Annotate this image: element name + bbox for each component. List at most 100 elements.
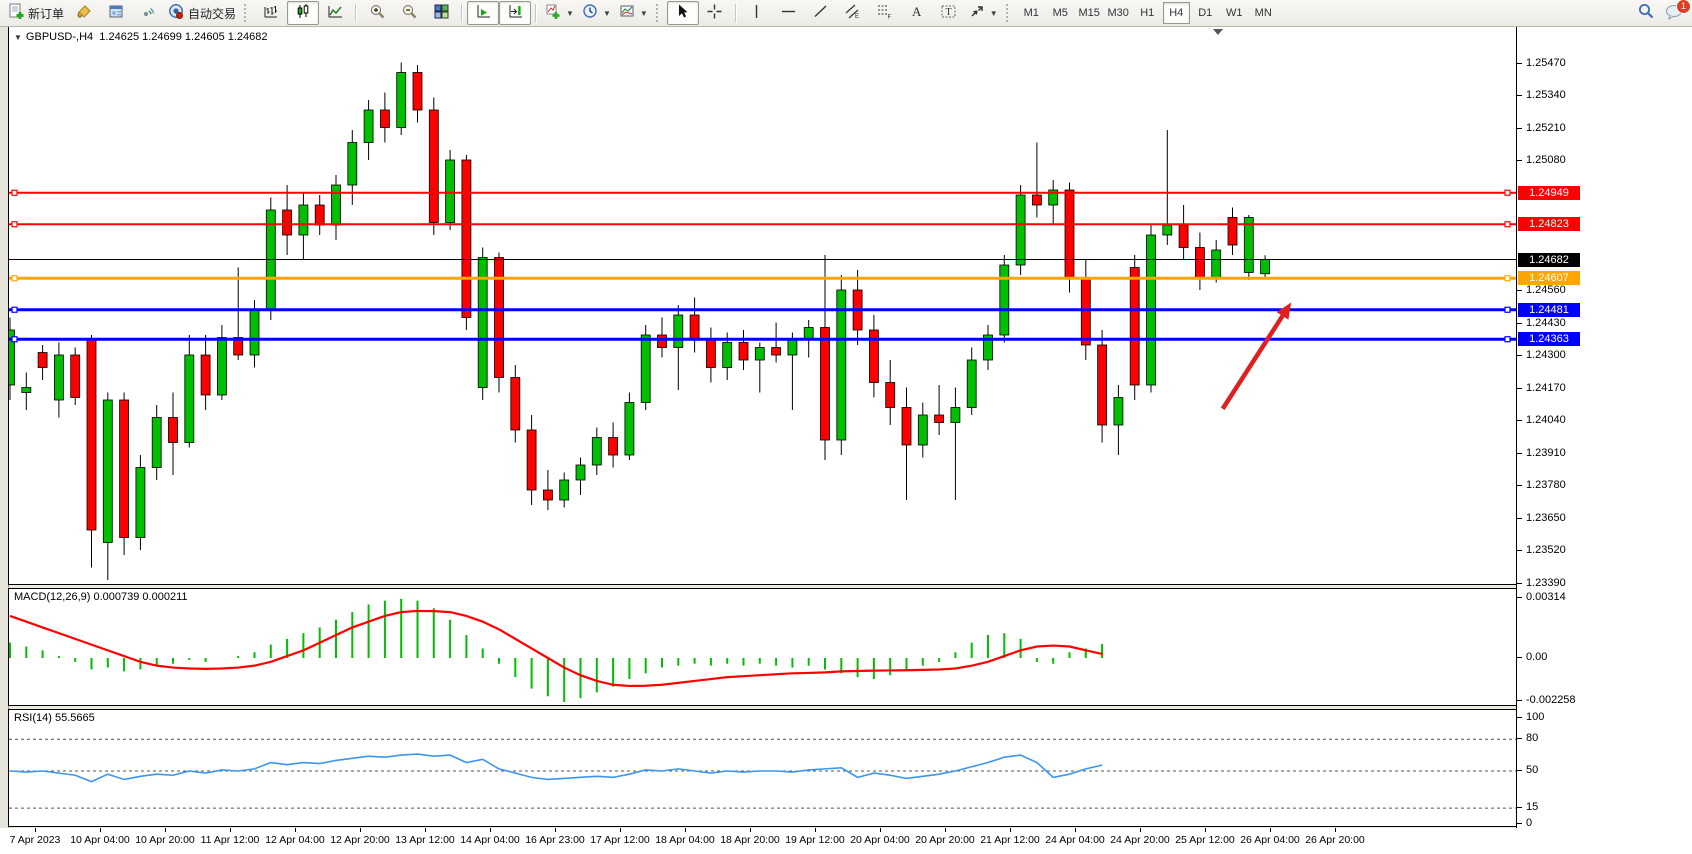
- timeframe-m30[interactable]: M30: [1105, 2, 1132, 24]
- rsi-label: RSI(14) 55.5665: [14, 712, 95, 724]
- bar-chart-button[interactable]: [255, 1, 287, 25]
- line-handle[interactable]: [1505, 307, 1510, 312]
- price-tick-mark: [1517, 420, 1522, 421]
- channel-button[interactable]: E: [837, 1, 869, 25]
- trendline-button[interactable]: [805, 1, 837, 25]
- tile-windows-button[interactable]: [425, 1, 457, 25]
- macd-panel[interactable]: MACD(12,26,9) 0.000739 0.000211: [8, 588, 1516, 706]
- candle-body: [1244, 218, 1253, 273]
- line-chart-button[interactable]: [319, 1, 351, 25]
- templates-button[interactable]: ▼: [615, 1, 652, 25]
- candle-body: [54, 355, 63, 400]
- candle-body: [38, 353, 47, 368]
- autoscroll-button[interactable]: [467, 1, 499, 25]
- macd-chart: [9, 589, 1516, 705]
- autotrade-icon: [168, 3, 185, 23]
- time-tick-mark: [1205, 828, 1206, 832]
- price-tick-mark: [1517, 583, 1522, 584]
- price-axis[interactable]: 1.254701.253401.252101.250801.245601.244…: [1516, 27, 1692, 828]
- crosshair-icon: [706, 3, 723, 23]
- candle-body: [739, 343, 748, 361]
- time-label: 7 Apr 2023: [10, 834, 61, 846]
- horizontal-line-button[interactable]: [773, 1, 805, 25]
- line-handle[interactable]: [12, 307, 17, 312]
- chat-button[interactable]: 1: [1665, 3, 1684, 25]
- line-handle[interactable]: [1505, 190, 1510, 195]
- time-axis[interactable]: 7 Apr 202310 Apr 04:0010 Apr 20:0011 Apr…: [0, 828, 1692, 854]
- indicators-button[interactable]: ▼: [541, 1, 578, 25]
- timeframe-h1[interactable]: H1: [1134, 2, 1161, 24]
- fibonacci-button[interactable]: F: [869, 1, 901, 25]
- price-tick: 1.24170: [1526, 382, 1566, 394]
- line-handle[interactable]: [1505, 222, 1510, 227]
- candle-body: [527, 430, 536, 490]
- timeframe-h4[interactable]: H4: [1163, 2, 1190, 24]
- autotrade-button[interactable]: 自动交易: [164, 1, 240, 25]
- new-order-button[interactable]: 新订单: [4, 1, 68, 25]
- line-handle[interactable]: [12, 222, 17, 227]
- candle-body: [1016, 195, 1025, 265]
- rsi-panel[interactable]: RSI(14) 55.5665: [8, 709, 1516, 827]
- periods-button[interactable]: ▼: [578, 1, 615, 25]
- timeframe-w1[interactable]: W1: [1221, 2, 1248, 24]
- crosshair-button[interactable]: [699, 1, 731, 25]
- label-button[interactable]: T: [933, 1, 965, 25]
- line-handle[interactable]: [12, 276, 17, 281]
- zoom-in-button[interactable]: [361, 1, 393, 25]
- time-tick-mark: [360, 828, 361, 832]
- line-handle[interactable]: [1505, 337, 1510, 342]
- autoscroll-icon: [475, 3, 492, 23]
- candle-body: [772, 348, 781, 356]
- label-icon: T: [940, 3, 957, 23]
- time-label: 18 Apr 04:00: [655, 834, 715, 846]
- timeframe-bar: M1M5M15M30H1H4D1W1MN: [1017, 2, 1278, 24]
- candle-chart-button[interactable]: [287, 1, 319, 25]
- profile-button[interactable]: [100, 1, 132, 25]
- price-tick: 1.25080: [1526, 154, 1566, 166]
- cursor-button[interactable]: [667, 1, 699, 25]
- candle-body: [364, 110, 373, 143]
- timeframe-m5[interactable]: M5: [1047, 2, 1074, 24]
- candle-body: [1261, 260, 1270, 274]
- timeframe-m15[interactable]: M15: [1076, 2, 1103, 24]
- candle-body: [788, 340, 797, 355]
- candle-body: [706, 340, 715, 368]
- red-up-arrow[interactable]: [1223, 313, 1285, 409]
- rsi-tick: 80: [1526, 732, 1538, 744]
- toolbar-separator: [535, 4, 537, 22]
- time-label: 26 Apr 20:00: [1305, 834, 1365, 846]
- time-tick-mark: [100, 828, 101, 832]
- templates-icon: [619, 3, 636, 23]
- main-chart-panel[interactable]: ▼GBPUSD-,H4 1.24625 1.24699 1.24605 1.24…: [8, 27, 1516, 585]
- symbol-text: GBPUSD-,H4: [26, 31, 93, 43]
- zoom-out-button[interactable]: [393, 1, 425, 25]
- vertical-line-button[interactable]: [741, 1, 773, 25]
- timeframe-mn[interactable]: MN: [1250, 2, 1277, 24]
- line-handle[interactable]: [12, 337, 17, 342]
- chevron-down-icon: ▼: [990, 9, 998, 18]
- svg-text:T: T: [946, 7, 952, 18]
- text-button[interactable]: A: [901, 1, 933, 25]
- search-icon[interactable]: [1637, 2, 1655, 25]
- line-chart-icon: [327, 3, 344, 23]
- time-label: 25 Apr 12:00: [1175, 834, 1235, 846]
- timeframe-d1[interactable]: D1: [1192, 2, 1219, 24]
- chart-shift-button[interactable]: [499, 1, 531, 25]
- line-handle[interactable]: [12, 190, 17, 195]
- styler-button[interactable]: [68, 1, 100, 25]
- time-tick-mark: [945, 828, 946, 832]
- notification-badge: 1: [1676, 0, 1691, 14]
- text-icon: A: [908, 3, 925, 23]
- signal-button[interactable]: [132, 1, 164, 25]
- time-label: 14 Apr 04:00: [460, 834, 520, 846]
- price-tick-mark: [1517, 160, 1522, 161]
- candle-body: [625, 403, 634, 456]
- channel-icon: E: [844, 3, 861, 23]
- timeframe-m1[interactable]: M1: [1018, 2, 1045, 24]
- line-handle[interactable]: [1505, 276, 1510, 281]
- candle-body: [22, 388, 31, 393]
- time-tick-mark: [1010, 828, 1011, 832]
- shapes-button[interactable]: ▼: [965, 1, 1002, 25]
- bar-chart-icon: [263, 3, 280, 23]
- candle-body: [429, 110, 438, 223]
